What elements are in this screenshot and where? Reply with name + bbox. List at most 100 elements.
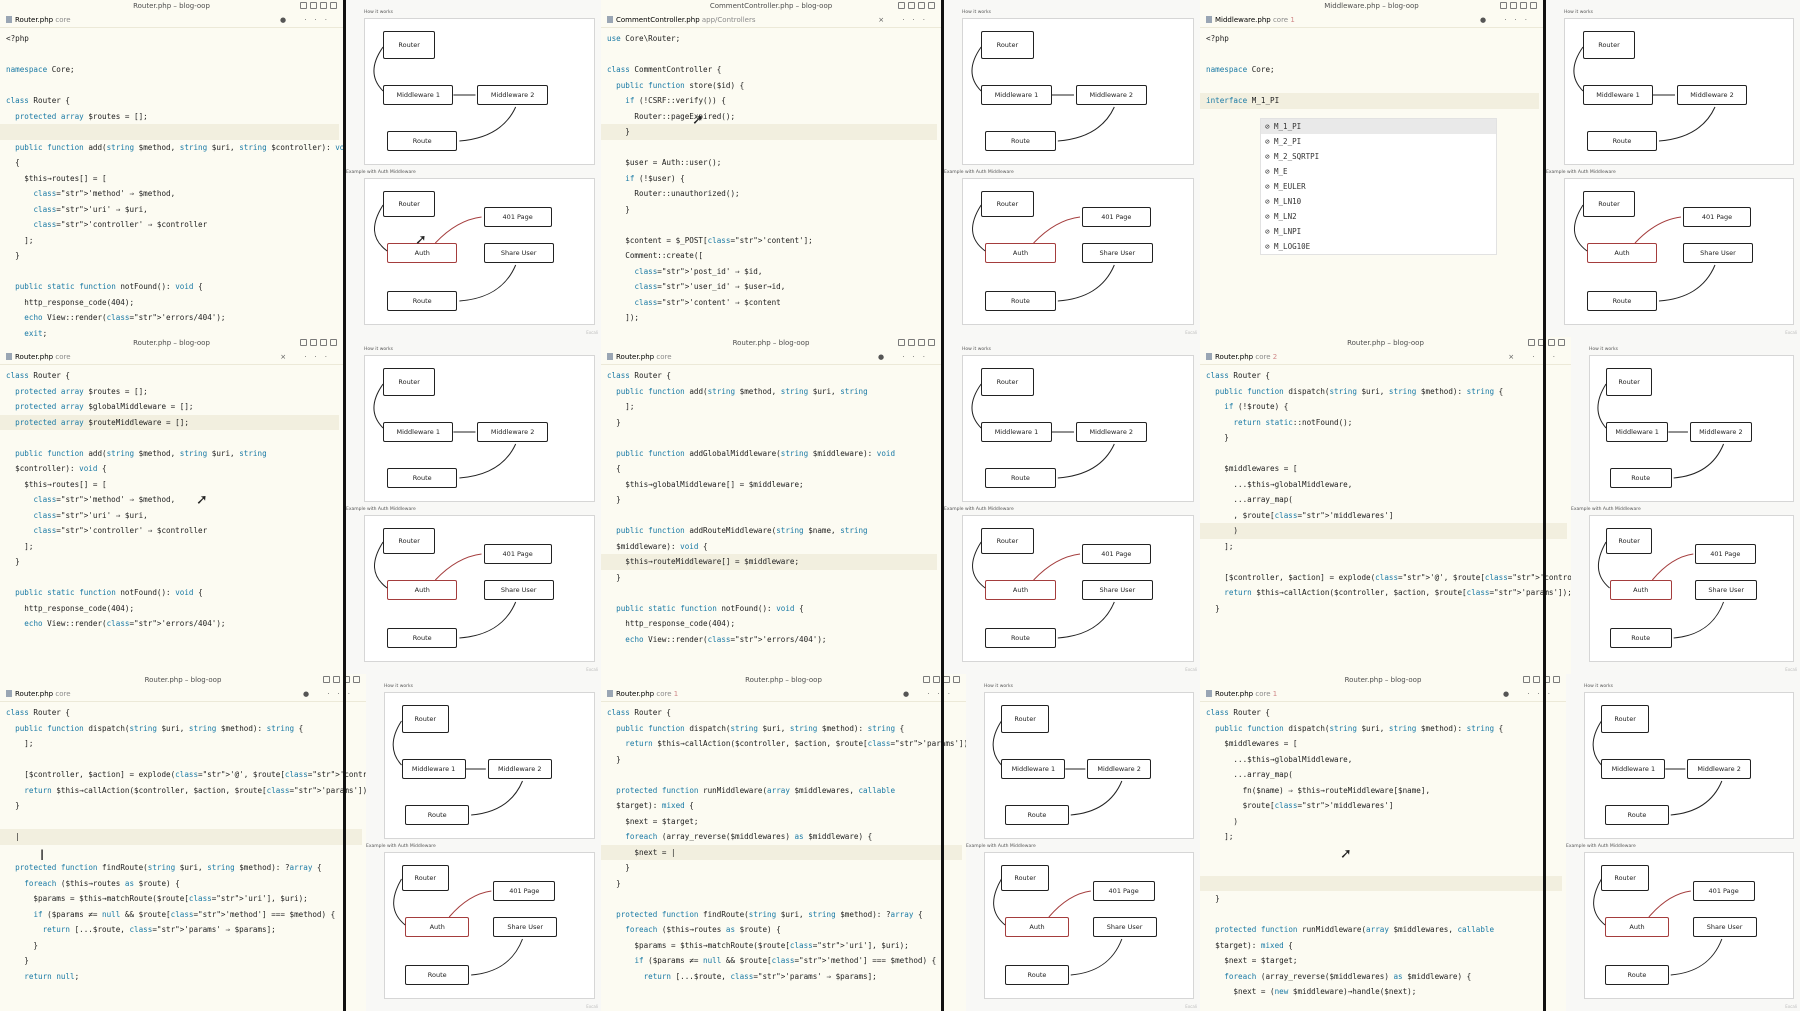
code-line[interactable]: return static::notFound(); xyxy=(1206,415,1567,431)
window-controls[interactable] xyxy=(898,2,935,9)
code-line[interactable]: $target): mixed { xyxy=(1206,938,1562,954)
layout-icon[interactable] xyxy=(918,2,925,9)
code-editor[interactable]: class Router { public function dispatch(… xyxy=(0,705,366,984)
code-line[interactable]: <?php xyxy=(6,31,339,47)
code-line[interactable]: protected function findRoute(string $uri… xyxy=(6,860,362,876)
code-line[interactable] xyxy=(1206,554,1567,570)
code-line[interactable]: foreach ($this→routes as $route) { xyxy=(6,876,362,892)
code-line[interactable]: namespace Core; xyxy=(1206,62,1539,78)
code-line[interactable]: fn($name) ⇒ $this→routeMiddleware[$name]… xyxy=(1206,783,1562,799)
tab-actions[interactable]: ● ··· xyxy=(280,13,335,27)
code-line[interactable]: $middleware): void { xyxy=(607,539,937,555)
code-line[interactable]: } xyxy=(6,798,362,814)
layout-icon[interactable] xyxy=(1520,2,1527,9)
editor-tab[interactable]: Router.php core 1 xyxy=(607,687,678,701)
layout-icon[interactable] xyxy=(918,339,925,346)
code-line[interactable]: public function addGlobalMiddleware(stri… xyxy=(607,446,937,462)
code-line[interactable] xyxy=(607,508,937,524)
code-line[interactable]: $route[class="str">'middlewares'] xyxy=(1206,798,1562,814)
pane-divider[interactable] xyxy=(343,0,346,1011)
code-line[interactable]: } xyxy=(1206,430,1567,446)
code-line[interactable]: protected array $routeMiddleware = []; xyxy=(0,414,339,430)
panel-icon[interactable] xyxy=(333,676,340,683)
code-line[interactable]: $this→routeMiddleware[] = $middleware; xyxy=(601,554,937,570)
code-line[interactable]: public function add(string $method, stri… xyxy=(607,384,937,400)
code-line[interactable]: } xyxy=(6,554,339,570)
editor-window-w2[interactable]: CommentController.php – blog-oop Comment… xyxy=(601,0,941,337)
code-line[interactable]: public function dispatch(string $uri, st… xyxy=(1206,721,1562,737)
window-controls[interactable] xyxy=(323,676,360,683)
code-line[interactable]: exit; xyxy=(6,326,339,338)
code-line[interactable] xyxy=(1206,446,1567,462)
code-editor[interactable]: class Router { public function dispatch(… xyxy=(1200,368,1571,616)
code-line[interactable]: } xyxy=(6,938,362,954)
code-line[interactable]: ]; xyxy=(1206,539,1567,555)
code-line[interactable]: } xyxy=(607,415,937,431)
code-line[interactable]: $target): mixed { xyxy=(607,798,962,814)
code-line[interactable]: protected array $routes = []; xyxy=(6,109,339,125)
split-icon[interactable] xyxy=(300,2,307,9)
code-line[interactable] xyxy=(1206,845,1562,861)
autocomplete-item[interactable]: ⊘ M_LOG10E xyxy=(1261,239,1496,254)
code-line[interactable]: class Router { xyxy=(6,705,362,721)
code-line[interactable]: } xyxy=(607,860,962,876)
code-line[interactable]: return $this→callAction($controller, $ac… xyxy=(1206,585,1571,601)
code-line[interactable]: $this→globalMiddleware[] = $middleware; xyxy=(607,477,937,493)
diagram-pane[interactable]: How it works Router Middleware 1 Middleware… xyxy=(366,674,601,1011)
autocomplete-item[interactable]: ⊘ M_EULER xyxy=(1261,179,1496,194)
editor-tab[interactable]: Middleware.php core 1 xyxy=(1206,13,1295,27)
window-controls[interactable] xyxy=(300,339,337,346)
code-line[interactable]: return $this→callAction($controller, $ac… xyxy=(6,783,366,799)
layout-icon[interactable] xyxy=(943,676,950,683)
autocomplete-popup[interactable]: ⊘ M_1_PI ⊘ M_2_PI ⊘ M_2_SQRTPI ⊘ M_E ⊘ M_EUL… xyxy=(1260,118,1497,255)
code-line[interactable] xyxy=(1206,907,1562,923)
code-line[interactable]: if (!$route) { xyxy=(1206,399,1567,415)
editor-window-w9[interactable]: Router.php – blog-oop Router.php core 1 … xyxy=(1200,674,1566,1011)
code-line[interactable]: ...array_map( xyxy=(1206,492,1567,508)
autocomplete-item[interactable]: ⊘ M_1_PI xyxy=(1261,119,1496,134)
editor-tab[interactable]: Router.php core xyxy=(6,13,71,27)
code-line[interactable] xyxy=(6,47,339,63)
code-editor[interactable]: class Router { protected array $routes =… xyxy=(0,368,339,632)
split-icon[interactable] xyxy=(923,676,930,683)
code-line[interactable]: $middlewares = [ xyxy=(1206,461,1567,477)
code-line[interactable]: if ($params ≠= null && $route[class="str… xyxy=(6,907,362,923)
code-line[interactable]: class Router { xyxy=(1206,368,1567,384)
code-editor[interactable]: <?php namespace Core; interface M_1_PI xyxy=(1200,31,1539,109)
code-line[interactable]: ...array_map( xyxy=(1206,767,1562,783)
pane-divider[interactable] xyxy=(1543,0,1546,1011)
code-line[interactable]: protected function runMiddleware(array $… xyxy=(607,783,962,799)
code-line[interactable]: public function dispatch(string $uri, st… xyxy=(6,721,362,737)
diagram-pane[interactable]: How it works Router Middleware 1 Middleware… xyxy=(944,0,1200,337)
code-line[interactable] xyxy=(607,891,962,907)
editor-window-w1[interactable]: Router.php – blog-oop Router.php core ● … xyxy=(0,0,343,337)
customize-icon[interactable] xyxy=(353,676,360,683)
code-line[interactable]: public static function notFound(): void … xyxy=(607,601,937,617)
code-line[interactable]: } xyxy=(607,570,937,586)
code-editor[interactable]: <?php namespace Core; class Router { pro… xyxy=(0,31,343,338)
panel-icon[interactable] xyxy=(933,676,940,683)
code-line[interactable]: class="str">'content' ⇒ $content xyxy=(607,295,937,311)
diagram-pane[interactable]: How it works Router Middleware 1 Middleware… xyxy=(966,674,1200,1011)
split-icon[interactable] xyxy=(323,676,330,683)
code-line[interactable]: class="str">'controller' ⇒ $controller xyxy=(6,523,339,539)
code-line[interactable]: , $route[class="str">'middlewares'] xyxy=(1206,508,1567,524)
split-icon[interactable] xyxy=(898,339,905,346)
code-line[interactable]: } xyxy=(6,248,339,264)
tab-actions[interactable]: ● ··· xyxy=(303,687,358,701)
code-line[interactable]: class="str">'uri' ⇒ $uri, xyxy=(6,508,339,524)
customize-icon[interactable] xyxy=(928,339,935,346)
code-line[interactable]: echo View::render(class="str">'errors/40… xyxy=(607,632,937,648)
customize-icon[interactable] xyxy=(1558,339,1565,346)
code-line[interactable] xyxy=(607,140,937,156)
editor-window-w5[interactable]: Router.php – blog-oop Router.php core ● … xyxy=(601,337,941,674)
code-line[interactable]: public function add(string $method, stri… xyxy=(6,140,343,156)
editor-tab[interactable]: Router.php core xyxy=(6,687,71,701)
code-line[interactable]: foreach ($this→routes as $route) { xyxy=(607,922,962,938)
code-line[interactable] xyxy=(1200,875,1562,891)
diagram-pane[interactable]: How it works Router Middleware 1 Middleware… xyxy=(1546,0,1800,337)
code-line[interactable] xyxy=(607,326,937,338)
window-controls[interactable] xyxy=(300,2,337,9)
code-line[interactable]: $next = $target; xyxy=(1206,953,1562,969)
code-line[interactable] xyxy=(607,767,962,783)
